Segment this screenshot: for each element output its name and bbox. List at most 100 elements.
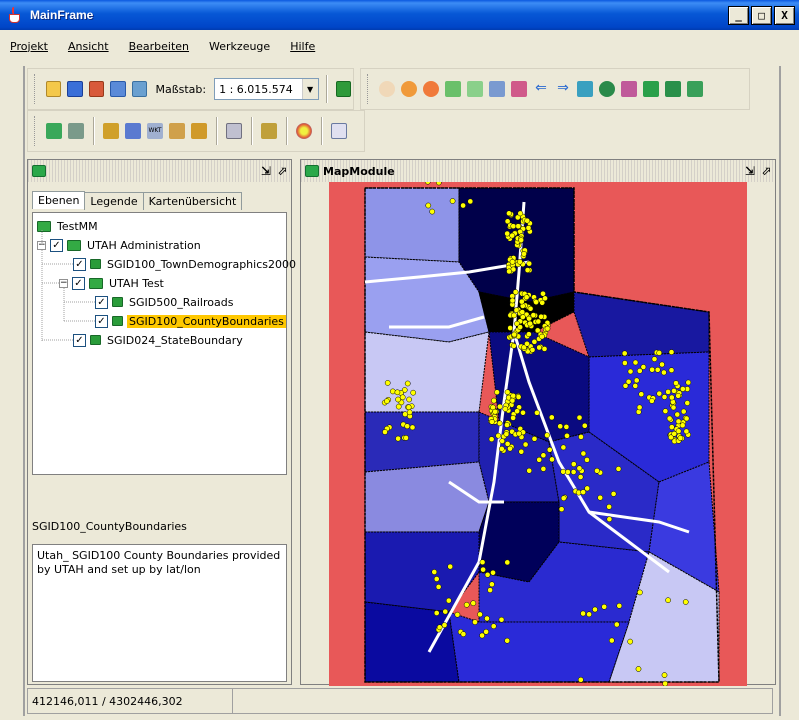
zoom-extent-icon[interactable] [445, 81, 461, 97]
menu-bearbeiten[interactable]: Bearbeiten [125, 38, 193, 55]
town-point [606, 516, 613, 523]
toolbar-grip[interactable] [367, 74, 371, 104]
search-icon[interactable] [621, 81, 637, 97]
select-arrow-icon[interactable] [577, 81, 593, 97]
town-point [497, 403, 503, 410]
tree-label: UTAH Administration [87, 238, 201, 252]
zoom-window-icon[interactable] [489, 81, 505, 97]
menu-werkzeuge[interactable]: Werkzeuge [205, 38, 274, 55]
scale-value: 1 : 6.015.574 [219, 82, 293, 96]
collapse-icon[interactable]: − [37, 240, 46, 250]
layer-green-icon[interactable] [46, 123, 62, 139]
refresh-map-icon[interactable] [335, 81, 352, 97]
wms-icon[interactable] [103, 123, 119, 139]
wkt-icon[interactable]: WKT [147, 123, 163, 139]
tab-legende[interactable]: Legende [84, 192, 144, 210]
chevron-down-icon[interactable]: ▼ [301, 79, 318, 99]
map-canvas[interactable] [329, 182, 747, 686]
town-point [535, 318, 542, 325]
export-icon[interactable] [88, 81, 105, 97]
layer-checkbox[interactable]: ✓ [50, 238, 63, 252]
tab-kartenuebersicht[interactable]: Kartenübersicht [142, 192, 243, 210]
town-point [656, 350, 663, 356]
map-panel-header[interactable]: MapModule ⇲ ⬀ [301, 160, 775, 182]
zoom-full-icon[interactable] [467, 81, 483, 97]
town-point [597, 494, 604, 501]
town-point [526, 260, 533, 267]
town-point [509, 258, 516, 265]
save-icon[interactable] [67, 81, 83, 97]
layer-remove-icon[interactable] [665, 81, 681, 97]
back-arrow-icon[interactable]: ⇐ [533, 81, 549, 97]
tree-node-towndemographics[interactable]: ✓ SGID100_TownDemographics2000 [73, 255, 298, 273]
status-message [233, 688, 773, 714]
town-point [404, 380, 411, 387]
layer-panel-header[interactable]: ⇲ ⬀ [28, 160, 291, 182]
toolbar-grip[interactable] [34, 116, 38, 146]
town-point [570, 461, 577, 467]
tree-node-stateboundary[interactable]: ✓ SGID024_StateBoundary [73, 331, 245, 349]
shape-icon[interactable] [125, 123, 141, 139]
tab-ebenen[interactable]: Ebenen [32, 191, 86, 209]
layer-checkbox[interactable]: ✓ [95, 314, 108, 328]
forward-arrow-icon[interactable]: ⇒ [555, 81, 571, 97]
town-point [442, 608, 449, 615]
settings-icon[interactable] [131, 81, 148, 97]
town-point [608, 637, 615, 644]
menu-projekt[interactable]: Projekt [6, 38, 52, 55]
open-folder-icon[interactable] [45, 81, 62, 97]
printer-icon[interactable] [226, 123, 242, 139]
tree-node-railroads[interactable]: ✓ SGID500_Railroads [95, 293, 235, 311]
table-icon[interactable] [331, 123, 347, 139]
close-button[interactable]: X [774, 6, 795, 25]
layer-checkbox[interactable]: ✓ [72, 276, 85, 290]
title-bar[interactable]: MainFrame _ □ X [0, 0, 799, 30]
scale-dropdown[interactable]: 1 : 6.015.574 ▼ [214, 78, 319, 100]
layer-icon [90, 335, 101, 345]
maximize-panel-icon[interactable]: ⬀ [761, 164, 771, 178]
town-point [520, 409, 526, 416]
town-point [662, 408, 669, 414]
town-point [524, 217, 531, 224]
zoom-out-icon[interactable] [423, 81, 439, 97]
town-point [409, 424, 416, 431]
collapse-icon[interactable]: − [59, 278, 68, 288]
feature-info-icon[interactable] [599, 81, 615, 97]
image-icon[interactable] [169, 123, 185, 139]
town-point [540, 452, 547, 459]
town-point [506, 268, 512, 275]
info-pick-icon[interactable] [511, 81, 527, 97]
tree-node-utah-test[interactable]: − ✓ UTAH Test [59, 274, 166, 292]
town-point [565, 469, 571, 475]
tree-node-countyboundaries[interactable]: ✓ SGID100_CountyBoundaries [95, 312, 286, 330]
town-point [668, 349, 675, 355]
clipboard-icon[interactable] [191, 123, 207, 139]
layer-up-icon[interactable] [687, 81, 703, 97]
layer-add-icon[interactable] [643, 81, 659, 97]
layer-checkbox[interactable]: ✓ [73, 257, 86, 271]
edit-icon[interactable] [261, 123, 277, 139]
undock-icon[interactable]: ⇲ [261, 164, 271, 178]
town-point [487, 587, 493, 593]
menu-hilfe[interactable]: Hilfe [286, 38, 319, 55]
layer-checkbox[interactable]: ✓ [73, 333, 86, 347]
toolbar-grip[interactable] [34, 74, 38, 104]
town-point [594, 467, 600, 474]
layer-gray-icon[interactable] [68, 123, 84, 139]
maximize-panel-icon[interactable]: ⬀ [277, 164, 287, 178]
tree-node-testmm[interactable]: TestMM [37, 217, 100, 235]
maximize-button[interactable]: □ [751, 6, 772, 25]
color-palette-icon[interactable] [296, 123, 312, 139]
town-point [544, 432, 550, 439]
print-preview-icon[interactable] [110, 81, 126, 97]
town-point [518, 298, 525, 305]
minimize-button[interactable]: _ [728, 6, 749, 25]
pan-hand-icon[interactable] [379, 81, 395, 97]
zoom-in-icon[interactable] [401, 81, 417, 97]
layer-checkbox[interactable]: ✓ [95, 295, 108, 309]
town-point [515, 223, 522, 230]
menu-ansicht[interactable]: Ansicht [64, 38, 113, 55]
undock-icon[interactable]: ⇲ [745, 164, 755, 178]
town-point [615, 466, 622, 472]
tree-node-utah-administration[interactable]: − ✓ UTAH Administration [37, 236, 203, 254]
